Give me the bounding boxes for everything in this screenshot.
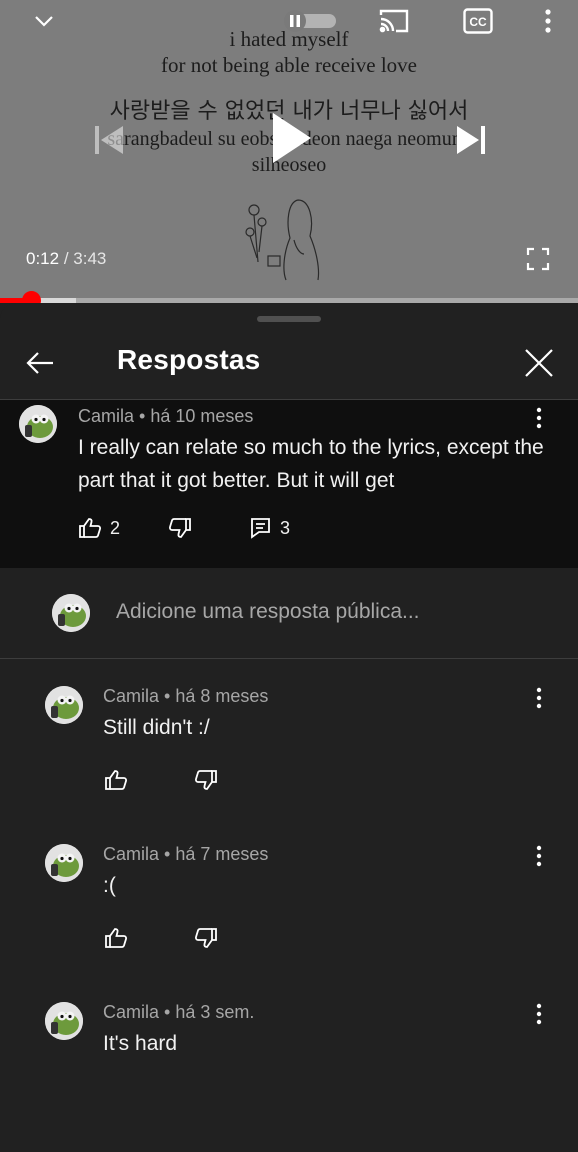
like-count: 2 [110,517,121,538]
dislike-button[interactable] [194,769,218,791]
skip-next-icon [457,126,485,154]
autoplay-knob [284,10,306,32]
skip-previous-icon [95,126,123,154]
reply-more-button[interactable] [527,838,551,874]
close-button[interactable] [517,341,561,385]
add-reply-row[interactable]: Adicione uma resposta pública... [0,568,578,658]
comment-meta: Camila • há 10 meses [78,406,254,426]
fullscreen-icon [526,247,550,271]
comment-text: I really can relate so much to the lyric… [78,436,544,492]
sheet-header: Respostas [0,331,578,399]
more-vert-icon [536,687,542,709]
player-more-button[interactable] [526,6,570,36]
chevron-down-icon [35,16,53,27]
video-player[interactable]: i hated myself for not being able receiv… [0,0,578,303]
sketch-illustration [245,199,320,281]
autoplay-toggle[interactable] [284,10,338,32]
reply-meta: Camila • há 7 meses [103,844,269,864]
avatar[interactable] [45,1002,83,1040]
svg-text:CC: CC [469,15,487,29]
reply-input[interactable]: Adicione uma resposta pública... [116,600,420,624]
more-vert-icon [536,845,542,867]
reply-text: It's hard [103,1032,178,1055]
reply-text: :( [103,874,116,897]
previous-button[interactable] [84,110,134,170]
time-display: 0:12 / 3:43 [26,249,106,269]
reply-more-button[interactable] [527,996,551,1032]
reply-more-button[interactable] [527,680,551,716]
reply-meta: Camila • há 3 sem. [103,1002,255,1022]
sheet-title: Respostas [117,344,261,375]
reply-count: 3 [280,517,291,538]
next-button[interactable] [446,110,496,170]
avatar[interactable] [45,844,83,882]
drag-handle[interactable] [257,316,321,322]
play-icon [273,113,311,163]
time-total: 3:43 [73,249,107,268]
avatar [52,594,90,632]
dislike-button[interactable] [194,927,218,949]
reply-text: Still didn't :/ [103,716,210,739]
more-vert-icon [545,9,551,33]
avatar-kermit-icon [19,405,57,443]
thumb-down-icon [194,928,217,948]
time-current: 0:12 [26,249,60,268]
time-separator: / [59,249,74,268]
thumb-up-icon [105,770,128,790]
arrow-back-icon [26,352,53,374]
lyric-line-2: for not being able receive love [161,53,417,77]
reply-divider [0,658,578,659]
more-vert-icon [536,1003,542,1025]
avatar[interactable] [19,405,57,443]
cast-button[interactable] [372,6,416,36]
avatar-kermit-icon [45,686,83,724]
back-button[interactable] [18,341,62,385]
avatar-kermit-icon [52,594,90,632]
avatar[interactable] [45,686,83,724]
captions-button[interactable]: CC [456,6,500,36]
more-vert-icon [536,407,542,429]
progress-scrubber[interactable] [21,291,41,303]
reply-meta: Camila • há 8 meses [103,686,269,706]
dislike-button[interactable] [168,517,192,539]
avatar-kermit-icon [45,1002,83,1040]
like-button[interactable]: 2 [78,517,120,539]
thumb-down-icon [194,770,217,790]
minimize-button[interactable] [22,6,66,36]
reply-item: Camila • há 8 meses Still didn't :/ [0,678,578,836]
thumb-up-icon [79,518,102,538]
comment-icon [251,518,270,539]
replies-sheet: Respostas Camila • há 10 meses I really … [0,303,578,1080]
close-icon [525,349,553,377]
autoplay-pause-icon [290,15,300,27]
like-button[interactable] [104,769,128,791]
play-button[interactable] [259,108,323,168]
replies-button[interactable]: 3 [250,517,290,539]
parent-comment: Camila • há 10 meses I really can relate… [0,400,578,568]
like-button[interactable] [104,927,128,949]
reply-item: Camila • há 3 sem. It's hard [0,994,578,1152]
thumb-down-icon [168,518,191,538]
thumb-up-icon [105,928,128,948]
cast-icon [379,9,409,33]
avatar-kermit-icon [45,844,83,882]
fullscreen-button[interactable] [526,247,552,273]
captions-icon: CC [463,8,493,34]
reply-item: Camila • há 7 meses :( [0,836,578,994]
